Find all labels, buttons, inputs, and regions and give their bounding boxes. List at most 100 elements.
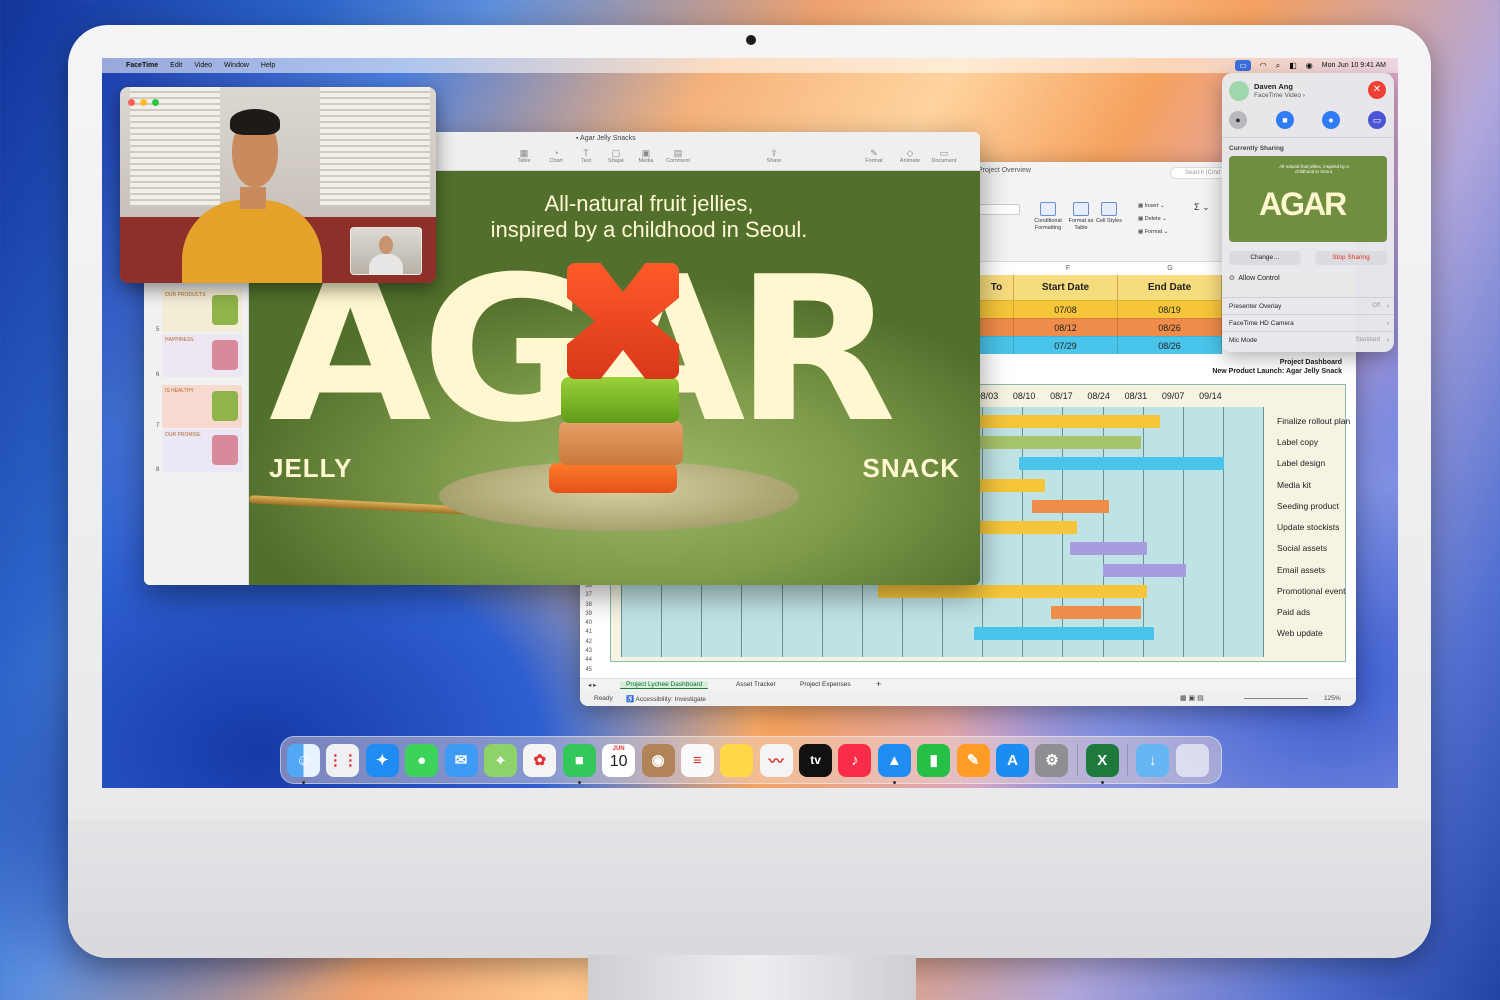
dock-messages-icon[interactable]: ● [405, 743, 439, 777]
delete-button[interactable]: ▦ Delete ⌄ [1138, 216, 1167, 222]
self-view-pip[interactable] [350, 227, 422, 275]
dock-safari-icon[interactable]: ✦ [365, 743, 399, 777]
dock-pages-icon[interactable]: ✎ [956, 743, 990, 777]
conditional-formatting-button[interactable]: Conditional Formatting [1030, 202, 1066, 232]
change-button[interactable]: Change… [1229, 251, 1301, 265]
end-date-cell[interactable]: 08/19 [1118, 300, 1222, 318]
tab-project-lychee-dashboard[interactable]: Project Lychee Dashboard [620, 681, 709, 689]
slide-thumbnail[interactable]: OUR PRODUCTS [162, 289, 242, 332]
mic-mode-row[interactable]: Mic Mode Standard › [1222, 331, 1394, 348]
dock-tv-icon[interactable]: tv [799, 743, 833, 777]
dock-trash-icon[interactable] [1175, 743, 1209, 777]
menu-video[interactable]: Video [194, 62, 212, 69]
menu-help[interactable]: Help [261, 62, 275, 69]
toolbar-format-button[interactable]: ✎ Format [859, 148, 889, 164]
dock-reminders-icon[interactable]: ≡ [680, 743, 714, 777]
toolbar-chart-button[interactable]: ◔ Chart [541, 148, 571, 164]
facetime-video-window[interactable] [120, 87, 436, 283]
dock-contacts-icon[interactable]: ◉ [641, 743, 675, 777]
zoom-window-button[interactable] [152, 99, 159, 106]
slide-thumbnail[interactable]: HAPPINESS [162, 334, 242, 377]
row-number[interactable]: 40 [580, 619, 592, 628]
zoom-slider[interactable] [1244, 698, 1308, 699]
dock-calendar-icon[interactable]: JUN 10 [602, 743, 636, 777]
cell-styles-button[interactable]: Cell Styles [1096, 202, 1122, 225]
toolbar-media-button[interactable]: ▣ Media [631, 148, 661, 164]
row-number[interactable]: 44 [580, 656, 592, 665]
search-icon[interactable]: ⌕ [1276, 58, 1280, 73]
video-camera-icon[interactable]: ■ [1276, 111, 1294, 129]
close-window-button[interactable] [128, 99, 135, 106]
toolbar-shape-button[interactable]: ▢ Shape [601, 148, 631, 164]
end-date-cell[interactable]: 08/26 [1118, 336, 1222, 354]
gantt-bar[interactable] [1019, 457, 1225, 471]
dock-maps-icon[interactable]: ⌖ [483, 743, 517, 777]
start-date-cell[interactable]: 07/29 [1014, 336, 1118, 354]
gantt-bar[interactable] [1102, 563, 1186, 577]
toolbar-document-button[interactable]: ▭ Document [929, 148, 959, 164]
add-sheet-icon[interactable]: + [876, 679, 881, 689]
wifi-icon[interactable]: ◠ [1260, 58, 1267, 73]
row-number[interactable]: 43 [580, 647, 592, 656]
row-number[interactable]: 39 [580, 610, 592, 619]
format-button[interactable]: ▦ Format ⌄ [1138, 229, 1168, 235]
toolbar-text-button[interactable]: T Text [571, 148, 601, 164]
dock-photos-icon[interactable]: ✿ [523, 743, 557, 777]
toolbar-comment-button[interactable]: ▤ Comment [663, 148, 693, 164]
dock-notes-icon[interactable] [720, 743, 754, 777]
start-date-cell[interactable]: 07/08 [1014, 300, 1118, 318]
gantt-bar[interactable] [974, 627, 1154, 641]
toolbar-animate-button[interactable]: ◇ Animate [895, 148, 925, 164]
minimize-window-button[interactable] [140, 99, 147, 106]
row-number[interactable]: 38 [580, 601, 592, 610]
menu-datetime[interactable]: Mon Jun 10 9:41 AM [1322, 62, 1386, 69]
allow-control-button[interactable]: ⊙ Allow Control [1229, 274, 1280, 282]
row-number[interactable]: 45 [580, 666, 592, 675]
sheet-nav-icon[interactable]: ◂ ▸ [588, 681, 596, 689]
gantt-bar[interactable] [1051, 606, 1141, 620]
caller-subtitle[interactable]: FaceTime Video › [1254, 92, 1305, 99]
user-icon[interactable]: ◉ [1306, 58, 1313, 73]
messages-icon[interactable]: ● [1229, 111, 1247, 129]
name-box[interactable] [978, 204, 1020, 215]
table-header[interactable]: To [980, 275, 1014, 300]
tab-project-expenses[interactable]: Project Expenses [800, 681, 851, 688]
end-date-cell[interactable]: 08/26 [1118, 318, 1222, 336]
dock-system-settings-icon[interactable]: ⚙ [1035, 743, 1069, 777]
dock-music-icon[interactable]: ♪ [838, 743, 872, 777]
dock-downloads-icon[interactable]: ↓ [1136, 743, 1170, 777]
toolbar-table-button[interactable]: ▦ Table [509, 148, 539, 164]
dock-keynote-icon[interactable]: ▲ [877, 743, 911, 784]
view-icons[interactable]: ▦ ▣ ▤ [1180, 694, 1204, 702]
gantt-bar[interactable] [1031, 499, 1109, 513]
autosum-icon[interactable]: Σ ⌄ [1194, 202, 1210, 213]
dock-launchpad-icon[interactable]: ⋮⋮ [326, 743, 360, 777]
dock-mail-icon[interactable]: ✉ [444, 743, 478, 777]
table-cell[interactable] [980, 300, 1014, 318]
gantt-bar[interactable] [877, 584, 1148, 598]
menu-window[interactable]: Window [224, 62, 249, 69]
toolbar-share-button[interactable]: ⇪ Share [759, 148, 789, 164]
screen-sharing-icon[interactable]: ▭ [1235, 60, 1251, 71]
dock-numbers-icon[interactable]: ▮ [917, 743, 951, 777]
slide-thumbnail[interactable]: IS HEALTHY [162, 385, 242, 428]
slide-thumbnail[interactable]: OUR PROMISE [162, 429, 242, 472]
stop-sharing-button[interactable]: Stop Sharing [1315, 251, 1387, 265]
table-cell[interactable] [980, 336, 1014, 354]
menu-edit[interactable]: Edit [170, 62, 182, 69]
column-f-header[interactable]: F [1018, 265, 1118, 272]
column-g-header[interactable]: G [1120, 265, 1220, 272]
menu-app-name[interactable]: FaceTime [126, 62, 158, 69]
table-header[interactable]: Start Date [1014, 275, 1118, 300]
dock-facetime-icon[interactable]: ■ [562, 743, 596, 784]
insert-button[interactable]: ▦ Insert ⌄ [1138, 203, 1165, 209]
dock-finder-icon[interactable]: ☺ [287, 743, 320, 784]
format-as-table-button[interactable]: Format as Table [1068, 202, 1094, 232]
table-cell[interactable] [980, 318, 1014, 336]
control-center-icon[interactable]: ◧ [1289, 58, 1297, 73]
start-date-cell[interactable]: 08/12 [1014, 318, 1118, 336]
dock-freeform-icon[interactable]: 〰 [759, 743, 793, 777]
camera-row[interactable]: FaceTime HD Camera › [1222, 314, 1394, 331]
gantt-bar[interactable] [1070, 542, 1148, 556]
dock-excel-icon[interactable]: X [1085, 743, 1119, 784]
